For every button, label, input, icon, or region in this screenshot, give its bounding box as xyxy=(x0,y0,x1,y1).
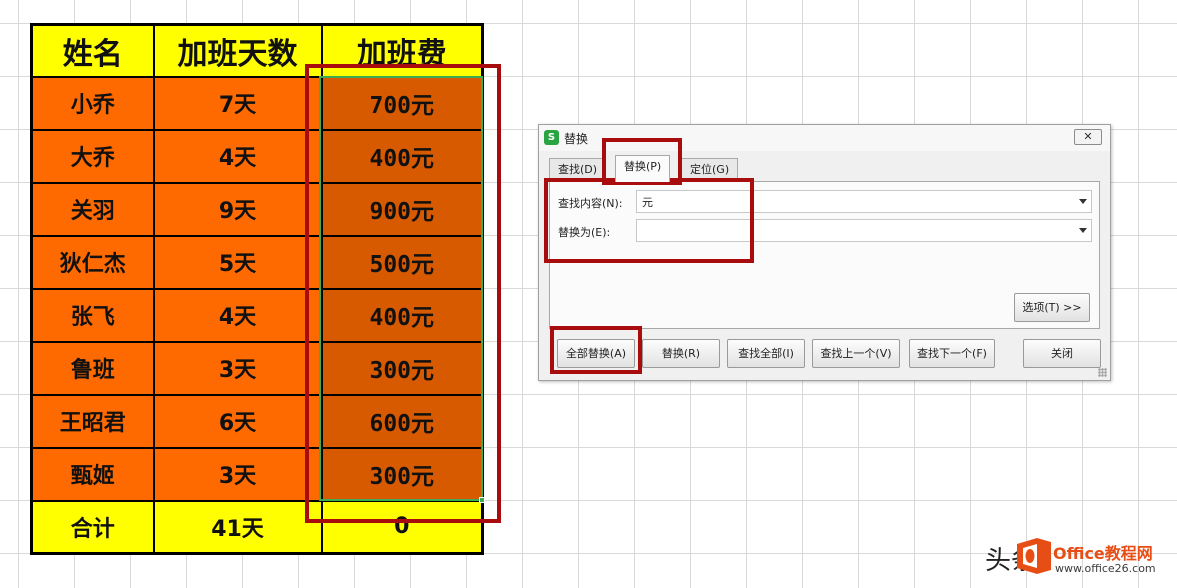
cell-name[interactable]: 关羽 xyxy=(30,181,155,237)
cell-fee[interactable]: 900元 xyxy=(320,181,484,237)
fill-handle[interactable] xyxy=(479,497,485,503)
tab-goto[interactable]: 定位(G) xyxy=(681,158,739,181)
overtime-table: 姓名 加班天数 加班费 小乔 7天 700元 大乔 4天 400元 关羽 9天 … xyxy=(30,23,484,555)
dropdown-arrow-icon[interactable] xyxy=(1079,199,1087,204)
header-days[interactable]: 加班天数 xyxy=(152,23,323,78)
cell-name[interactable]: 张飞 xyxy=(30,287,155,343)
cell-days[interactable]: 5天 xyxy=(152,234,323,290)
dialog-titlebar[interactable]: S 替换 ✕ xyxy=(539,125,1110,151)
cell-days[interactable]: 4天 xyxy=(152,128,323,184)
find-all-button[interactable]: 查找全部(I) xyxy=(727,339,805,368)
replace-dialog: S 替换 ✕ 查找(D) 替换(P) 定位(G) 查找内容(N): 替换为(E)… xyxy=(538,124,1111,381)
cell-fee[interactable]: 400元 xyxy=(320,287,484,343)
table-row: 王昭君 6天 600元 xyxy=(30,393,484,449)
cell-days[interactable]: 7天 xyxy=(152,75,323,131)
header-name[interactable]: 姓名 xyxy=(30,23,155,78)
header-row: 姓名 加班天数 加班费 xyxy=(30,23,484,78)
replace-all-button[interactable]: 全部替换(A) xyxy=(557,339,635,368)
watermark-url: www.office26.com xyxy=(1055,562,1156,575)
dialog-title: 替换 xyxy=(564,132,589,146)
replace-combo[interactable] xyxy=(636,219,1092,242)
cell-name[interactable]: 大乔 xyxy=(30,128,155,184)
watermark-brand: Office教程网 xyxy=(1053,544,1153,563)
table-row: 关羽 9天 900元 xyxy=(30,181,484,237)
total-label[interactable]: 合计 xyxy=(30,499,155,555)
replace-label: 替换为(E): xyxy=(558,226,611,239)
close-icon[interactable]: ✕ xyxy=(1074,129,1102,145)
dropdown-arrow-icon[interactable] xyxy=(1079,228,1087,233)
find-next-button[interactable]: 查找下一个(F) xyxy=(909,339,995,368)
table-row: 狄仁杰 5天 500元 xyxy=(30,234,484,290)
watermark: 头条 Office教程网 www.office26.com xyxy=(985,536,1175,580)
find-label: 查找内容(N): xyxy=(558,197,623,210)
replace-panel: 查找内容(N): 替换为(E): 选项(T) >> xyxy=(549,181,1100,329)
table-row: 甄姬 3天 300元 xyxy=(30,446,484,502)
replace-input[interactable] xyxy=(637,220,1067,241)
resize-grip-icon[interactable] xyxy=(1098,368,1107,377)
total-row: 合计 41天 0 xyxy=(30,499,484,555)
cell-fee[interactable]: 400元 xyxy=(320,128,484,184)
tab-find[interactable]: 查找(D) xyxy=(549,158,607,181)
cell-fee[interactable]: 600元 xyxy=(320,393,484,449)
cell-days[interactable]: 6天 xyxy=(152,393,323,449)
table-row: 鲁班 3天 300元 xyxy=(30,340,484,396)
header-fee[interactable]: 加班费 xyxy=(320,23,484,78)
replace-button[interactable]: 替换(R) xyxy=(642,339,720,368)
find-combo[interactable] xyxy=(636,190,1092,213)
cell-name[interactable]: 王昭君 xyxy=(30,393,155,449)
cell-days[interactable]: 4天 xyxy=(152,287,323,343)
table-row: 张飞 4天 400元 xyxy=(30,287,484,343)
wps-spreadsheet-icon: S xyxy=(544,130,559,145)
cell-name[interactable]: 甄姬 xyxy=(30,446,155,502)
tab-replace[interactable]: 替换(P) xyxy=(615,155,671,182)
find-input[interactable] xyxy=(637,191,1067,212)
cell-days[interactable]: 9天 xyxy=(152,181,323,237)
find-prev-button[interactable]: 查找上一个(V) xyxy=(812,339,900,368)
table-row: 大乔 4天 400元 xyxy=(30,128,484,184)
total-days[interactable]: 41天 xyxy=(152,499,323,555)
table-row: 小乔 7天 700元 xyxy=(30,75,484,131)
close-button[interactable]: 关闭 xyxy=(1023,339,1101,368)
cell-fee[interactable]: 300元 xyxy=(320,340,484,396)
cell-fee[interactable]: 500元 xyxy=(320,234,484,290)
cell-fee[interactable]: 700元 xyxy=(320,75,484,131)
cell-days[interactable]: 3天 xyxy=(152,446,323,502)
office-logo-icon xyxy=(1017,538,1051,574)
total-fee[interactable]: 0 xyxy=(320,499,484,555)
cell-name[interactable]: 鲁班 xyxy=(30,340,155,396)
cell-name[interactable]: 狄仁杰 xyxy=(30,234,155,290)
cell-name[interactable]: 小乔 xyxy=(30,75,155,131)
cell-fee[interactable]: 300元 xyxy=(320,446,484,502)
options-button[interactable]: 选项(T) >> xyxy=(1014,293,1090,322)
cell-days[interactable]: 3天 xyxy=(152,340,323,396)
